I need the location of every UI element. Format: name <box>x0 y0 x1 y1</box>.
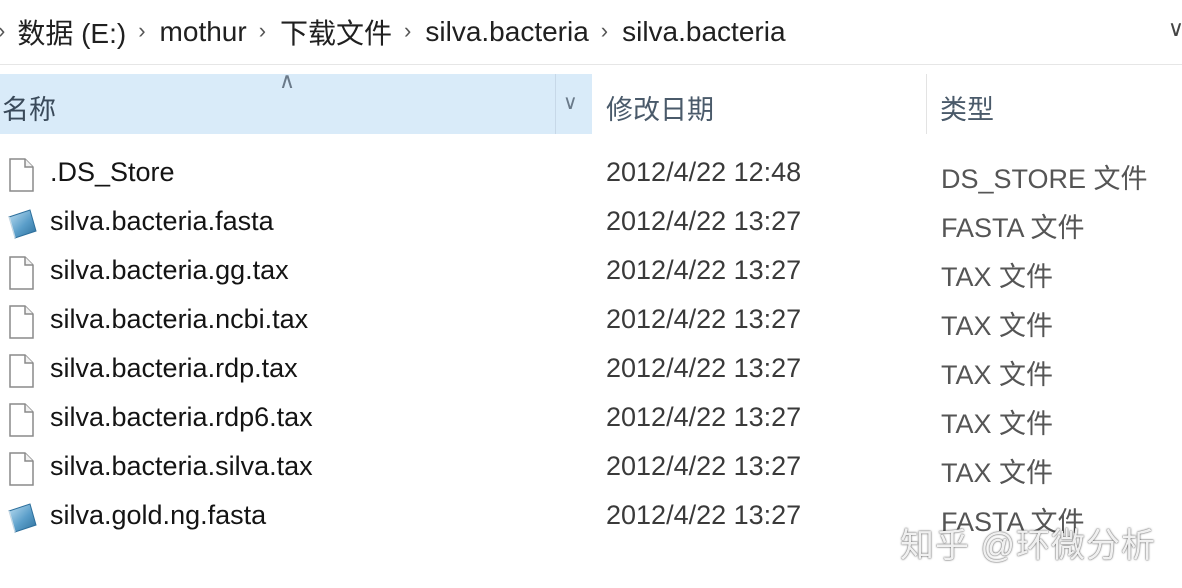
file-row[interactable]: silva.bacteria.silva.tax 2012/4/22 13:27… <box>0 444 1182 493</box>
file-date: 2012/4/22 13:27 <box>606 206 802 236</box>
file-date: 2012/4/22 13:27 <box>606 402 802 432</box>
file-row[interactable]: silva.bacteria.ncbi.tax 2012/4/22 13:27 … <box>0 297 1182 346</box>
file-date: 2012/4/22 13:27 <box>606 451 802 481</box>
breadcrumb-chevron-icon[interactable]: › <box>404 18 411 44</box>
address-dropdown-icon[interactable]: ∨ <box>1168 16 1182 42</box>
column-divider[interactable] <box>555 74 556 134</box>
file-row[interactable]: silva.bacteria.gg.tax 2012/4/22 13:27 TA… <box>0 248 1182 297</box>
file-date: 2012/4/22 13:27 <box>606 304 802 334</box>
column-filter-dropdown-icon[interactable]: ∨ <box>563 90 578 115</box>
generic-file-icon <box>6 403 36 437</box>
file-row[interactable]: silva.bacteria.fasta 2012/4/22 13:27 FAS… <box>0 199 1182 248</box>
generic-file-icon <box>6 452 36 486</box>
file-type: TAX 文件 <box>941 409 1054 439</box>
breadcrumb-chevron-icon[interactable]: › <box>601 18 608 44</box>
breadcrumb-chevron-icon[interactable]: › <box>0 18 5 44</box>
file-name: silva.bacteria.rdp.tax <box>50 353 298 383</box>
breadcrumb-item-mothur[interactable]: mothur <box>160 16 247 48</box>
file-name: silva.bacteria.ncbi.tax <box>50 304 309 334</box>
file-date: 2012/4/22 13:27 <box>606 353 802 383</box>
file-date: 2012/4/22 13:27 <box>606 255 802 285</box>
column-header-name[interactable]: ∧ 名称 ∨ <box>0 68 592 134</box>
generic-file-icon <box>6 305 36 339</box>
column-header-row: ∧ 名称 ∨ 修改日期 类型 <box>0 68 1182 134</box>
file-type: FASTA 文件 <box>941 507 1085 537</box>
column-header-name-label: 名称 <box>2 95 56 125</box>
file-row[interactable]: silva.bacteria.rdp6.tax 2012/4/22 13:27 … <box>0 395 1182 444</box>
file-type: TAX 文件 <box>941 360 1054 390</box>
file-name: silva.bacteria.rdp6.tax <box>50 402 313 432</box>
column-header-date-label: 修改日期 <box>606 95 714 125</box>
file-row[interactable]: silva.bacteria.rdp.tax 2012/4/22 13:27 T… <box>0 346 1182 395</box>
file-list: .DS_Store 2012/4/22 12:48 DS_STORE 文件 si… <box>0 150 1182 542</box>
file-name: silva.gold.ng.fasta <box>50 500 267 530</box>
file-type: TAX 文件 <box>941 262 1054 292</box>
breadcrumb-item-downloads[interactable]: 下载文件 <box>280 12 392 52</box>
sort-ascending-icon: ∧ <box>279 68 296 93</box>
breadcrumb-chevron-icon[interactable]: › <box>259 18 266 44</box>
generic-file-icon <box>6 354 36 388</box>
file-row[interactable]: .DS_Store 2012/4/22 12:48 DS_STORE 文件 <box>0 150 1182 199</box>
file-date: 2012/4/22 12:48 <box>606 157 802 187</box>
breadcrumb-item-drive[interactable]: 数据 (E:) <box>17 12 126 52</box>
fasta-file-icon <box>6 207 37 241</box>
file-name: .DS_Store <box>50 157 175 187</box>
file-date: 2012/4/22 13:27 <box>606 500 802 530</box>
generic-file-icon <box>6 256 36 290</box>
file-name: silva.bacteria.gg.tax <box>50 255 289 285</box>
breadcrumb-item-current[interactable]: silva.bacteria <box>622 16 785 48</box>
file-row[interactable]: silva.gold.ng.fasta 2012/4/22 13:27 FAST… <box>0 493 1182 542</box>
breadcrumb-item-silva-parent[interactable]: silva.bacteria <box>425 16 588 48</box>
breadcrumb-chevron-icon[interactable]: › <box>138 18 145 44</box>
file-type: DS_STORE 文件 <box>941 164 1148 194</box>
column-divider[interactable] <box>926 74 927 134</box>
generic-file-icon <box>6 158 36 192</box>
column-header-type-label: 类型 <box>940 95 994 125</box>
file-name: silva.bacteria.fasta <box>50 206 274 236</box>
file-type: TAX 文件 <box>941 458 1054 488</box>
file-name: silva.bacteria.silva.tax <box>50 451 313 481</box>
address-bar[interactable]: › 数据 (E:) › mothur › 下载文件 › silva.bacter… <box>0 0 1182 65</box>
file-type: TAX 文件 <box>941 311 1054 341</box>
fasta-file-icon <box>6 501 37 535</box>
file-type: FASTA 文件 <box>941 213 1085 243</box>
